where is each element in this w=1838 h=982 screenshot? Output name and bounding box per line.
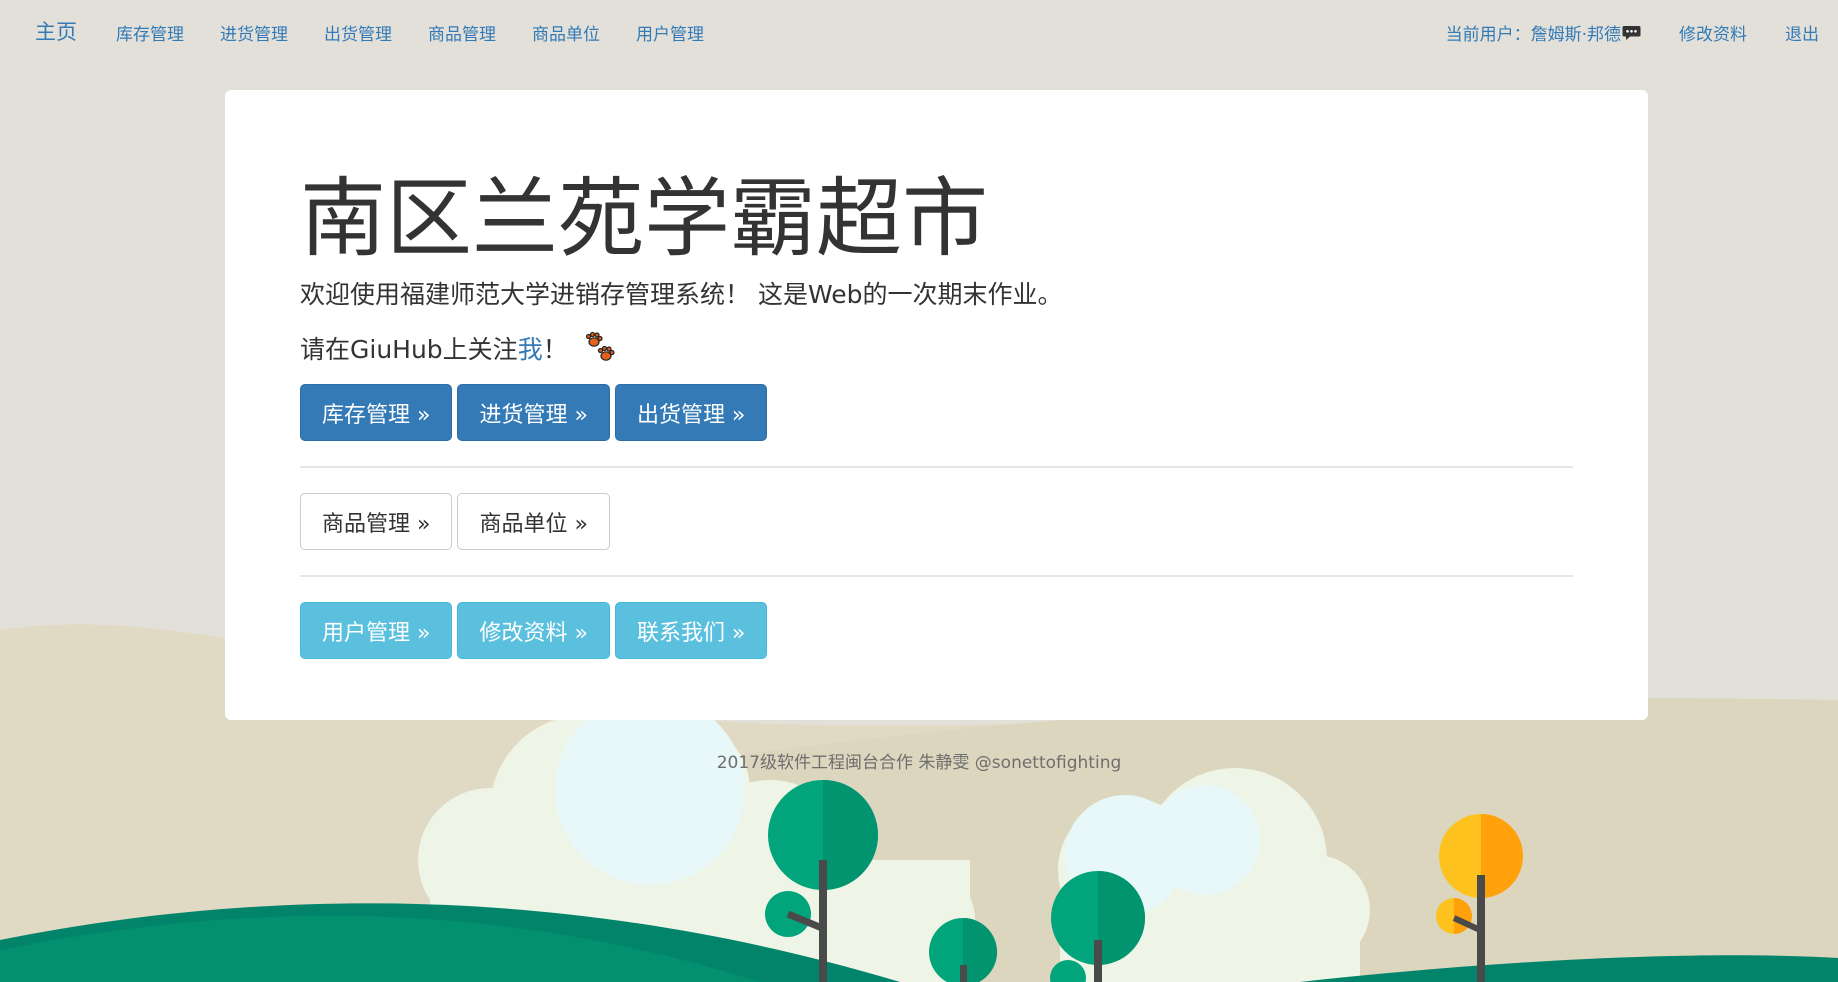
shipment-button[interactable]: 出货管理 »: [614, 384, 768, 441]
units-button[interactable]: 商品单位 »: [457, 493, 610, 550]
paw-prints-icon: [585, 331, 615, 361]
welcome-panel: 南区兰苑学霸超市 欢迎使用福建师范大学进销存管理系统！ 这是Web的一次期末作业…: [225, 90, 1648, 720]
divider: [300, 466, 1573, 468]
nav-right: 当前用户：詹姆斯·邦德 修改资料 退出: [1427, 20, 1838, 45]
top-navbar: 主页 库存管理 进货管理 出货管理 商品管理 商品单位 用户管理 当前用户：詹姆…: [0, 0, 1838, 62]
follow-prefix: 请在GiuHub上关注: [300, 335, 518, 364]
footer-credit: 2017级软件工程闽台合作 朱静雯 @sonettofighting: [716, 753, 1122, 773]
info-button-row: 用户管理 » 修改资料 » 联系我们 »: [300, 602, 768, 659]
edit-profile-button[interactable]: 修改资料 »: [457, 602, 610, 659]
github-follow-link[interactable]: 我: [518, 330, 543, 366]
current-user-link[interactable]: 当前用户：詹姆斯·邦德: [1427, 20, 1660, 45]
chat-bubble-icon: [1622, 25, 1641, 40]
follow-text: 请在GiuHub上关注 我 ！: [300, 330, 618, 366]
nav-links: 库存管理 进货管理 出货管理 商品管理 商品单位 用户管理: [98, 20, 722, 45]
contact-us-button[interactable]: 联系我们 »: [614, 602, 768, 659]
current-user-label: 当前用户：詹姆斯·邦德: [1445, 25, 1621, 45]
cloud-top-left: [555, 695, 745, 885]
nav-link-users[interactable]: 用户管理: [618, 20, 722, 45]
welcome-text: 欢迎使用福建师范大学进销存管理系统！ 这是Web的一次期末作业。: [300, 280, 1063, 309]
nav-link-products[interactable]: 商品管理: [410, 20, 514, 45]
primary-button-row: 库存管理 » 进货管理 » 出货管理 »: [300, 384, 768, 441]
inventory-button[interactable]: 库存管理 »: [300, 384, 453, 441]
users-button[interactable]: 用户管理 »: [300, 602, 453, 659]
nav-link-inventory[interactable]: 库存管理: [98, 20, 202, 45]
purchase-button[interactable]: 进货管理 »: [457, 384, 610, 441]
nav-link-shipment[interactable]: 出货管理: [306, 20, 410, 45]
nav-link-units[interactable]: 商品单位: [514, 20, 618, 45]
nav-home-link[interactable]: 主页: [35, 16, 77, 46]
nav-link-purchase[interactable]: 进货管理: [202, 20, 306, 45]
nav-logout-link[interactable]: 退出: [1766, 20, 1838, 45]
follow-suffix: ！: [542, 335, 568, 364]
nav-edit-profile-link[interactable]: 修改资料: [1660, 20, 1766, 45]
default-button-row: 商品管理 » 商品单位 »: [300, 493, 610, 550]
divider: [300, 575, 1573, 577]
page-title: 南区兰苑学霸超市: [300, 169, 988, 269]
products-button[interactable]: 商品管理 »: [300, 493, 453, 550]
